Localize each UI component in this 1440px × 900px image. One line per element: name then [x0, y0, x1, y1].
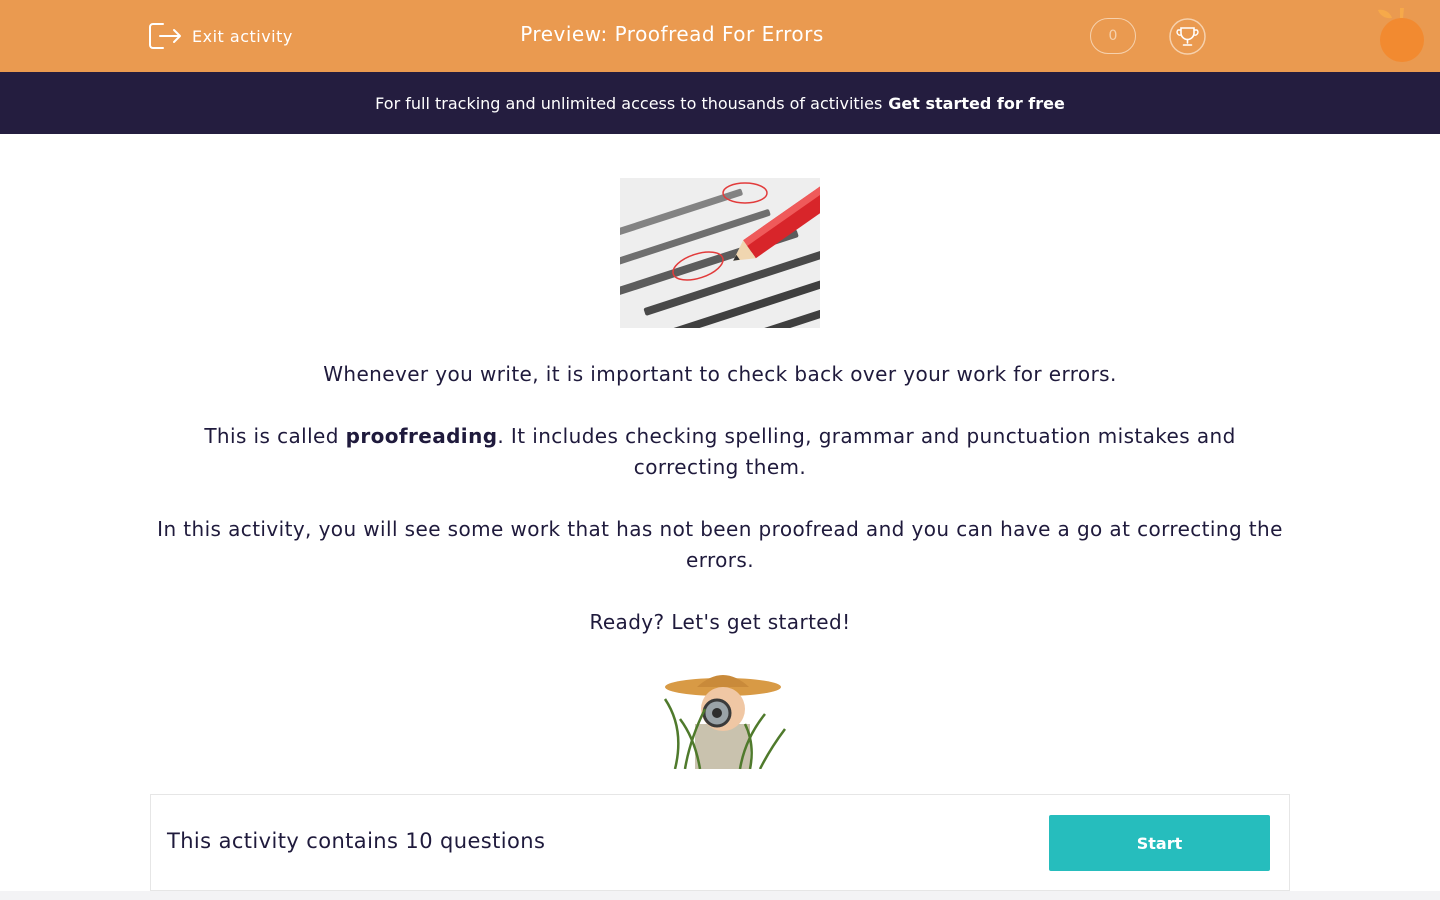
top-bar: Exit activity Preview: Proofread For Err…	[0, 0, 1440, 72]
activity-footer: This activity contains 10 questions Star…	[150, 794, 1290, 891]
question-count-text: This activity contains 10 questions	[167, 829, 546, 853]
boy-with-magnifying-glass-image	[645, 669, 795, 769]
intro-paragraph-2: This is called proofreading. It includes…	[150, 421, 1290, 483]
exit-activity-label: Exit activity	[192, 26, 293, 46]
exit-icon	[149, 23, 181, 49]
intro-paragraph-3: In this activity, you will see some work…	[157, 517, 1283, 572]
bottom-strip	[0, 891, 1440, 900]
intro-paragraph-2-start: This is called	[204, 424, 346, 448]
score-badge: 0	[1090, 18, 1136, 54]
trophy-icon	[1169, 18, 1206, 55]
proofreading-red-pencil-image	[620, 178, 820, 328]
banner-text: For full tracking and unlimited access t…	[375, 93, 883, 113]
start-button[interactable]: Start	[1049, 815, 1270, 871]
intro-paragraph-2-end: . It includes checking spelling, grammar…	[497, 424, 1236, 479]
keyword-proofreading: proofreading	[345, 424, 498, 448]
page-title: Preview: Proofread For Errors	[520, 22, 824, 46]
get-started-link[interactable]: Get started for free	[888, 94, 1065, 113]
intro-paragraph-1: Whenever you write, it is important to c…	[323, 362, 1117, 386]
intro-paragraph-4: Ready? Let's get started!	[589, 610, 851, 634]
trophy-button[interactable]	[1169, 18, 1206, 55]
signup-banner: For full tracking and unlimited access t…	[0, 72, 1440, 134]
orange-logo-icon	[1378, 8, 1424, 62]
exit-activity-button[interactable]: Exit activity	[149, 20, 293, 52]
